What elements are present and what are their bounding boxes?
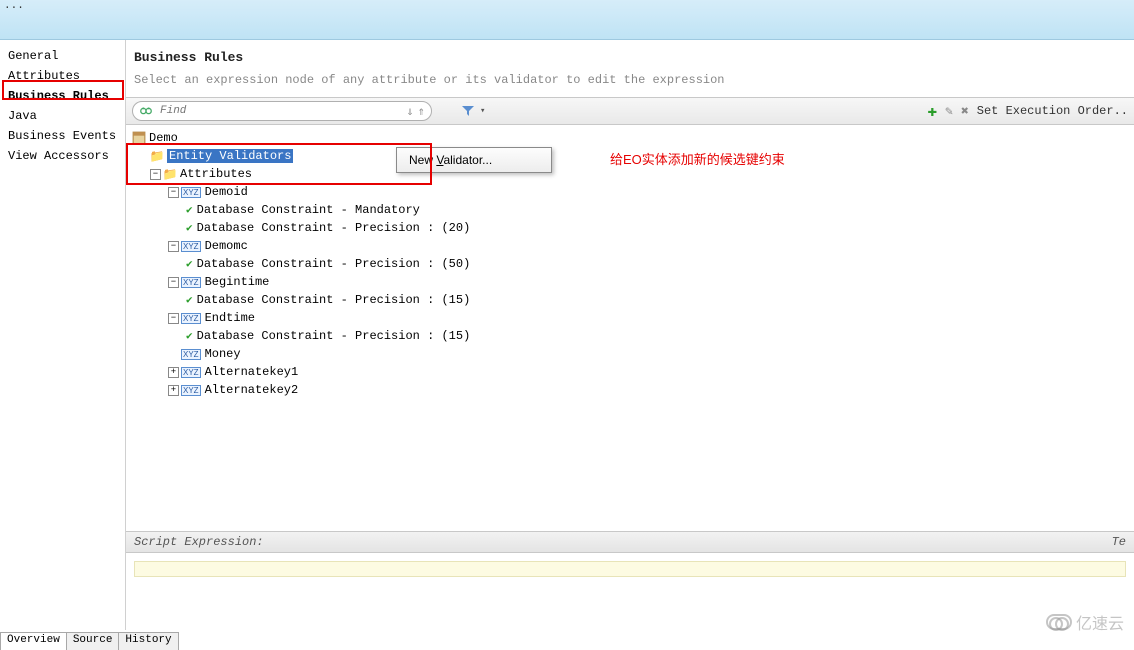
attr-label: Demomc (205, 239, 248, 253)
constraint-label: Database Constraint - Precision : (20) (197, 221, 471, 235)
sidebar-item-general[interactable]: General (0, 46, 125, 66)
watermark: 亿速云 (1046, 610, 1124, 634)
page-subtitle: Select an expression node of any attribu… (134, 73, 1126, 87)
edit-icon[interactable]: ✎ (945, 104, 953, 119)
collapse-toggle[interactable]: − (168, 313, 179, 324)
column-icon: XYZ (181, 385, 201, 396)
sidebar-item-attributes[interactable]: Attributes (0, 66, 125, 86)
find-prev-icon[interactable]: ⇑ (418, 104, 425, 119)
attr-label: Money (205, 347, 241, 361)
menu-new-validator[interactable]: New Validator... (397, 148, 551, 172)
constraint-label: Database Constraint - Mandatory (197, 203, 420, 217)
script-line[interactable] (134, 561, 1126, 577)
attr-begintime[interactable]: − XYZ Begintime (132, 273, 1128, 291)
sidebar-item-java[interactable]: Java (0, 106, 125, 126)
script-right-label: Te (1112, 535, 1126, 549)
tab-history[interactable]: History (118, 632, 178, 650)
constraint-row[interactable]: ✔ Database Constraint - Precision : (15) (132, 291, 1128, 309)
entity-icon (132, 131, 146, 145)
constraint-row[interactable]: ✔ Database Constraint - Mandatory (132, 201, 1128, 219)
attr-alternatekey1[interactable]: + XYZ Alternatekey1 (132, 363, 1128, 381)
filter-dropdown-icon[interactable]: ▾ (480, 106, 485, 116)
check-icon: ✔ (186, 203, 193, 217)
sidebar-item-business-rules[interactable]: Business Rules (0, 86, 125, 106)
title-bar: ... (0, 0, 1134, 40)
column-icon: XYZ (181, 367, 201, 378)
tree-area: Demo 📁 Entity Validators − 📁 Attributes … (126, 125, 1134, 532)
filter-icon[interactable] (460, 103, 476, 119)
delete-icon[interactable]: ✖ (961, 104, 969, 119)
search-input[interactable] (160, 105, 403, 117)
column-icon: XYZ (181, 313, 201, 324)
content-panel: Business Rules Select an expression node… (126, 40, 1134, 630)
left-sidebar: General Attributes Business Rules Java B… (0, 40, 126, 630)
constraint-row[interactable]: ✔ Database Constraint - Precision : (15) (132, 327, 1128, 345)
check-icon: ✔ (186, 293, 193, 307)
column-icon: XYZ (181, 241, 201, 252)
attr-label: Begintime (205, 275, 270, 289)
app-title-fragment: ... (4, 0, 24, 12)
watermark-text: 亿速云 (1076, 610, 1124, 634)
bottom-tabs: Overview Source History (0, 632, 178, 650)
attr-demomc[interactable]: − XYZ Demomc (132, 237, 1128, 255)
search-box[interactable]: ⇓ ⇑ (132, 101, 432, 121)
toolbar: ⇓ ⇑ ▾ ✚ ✎ ✖ Set Execution Order.. (126, 97, 1134, 125)
tab-overview[interactable]: Overview (0, 632, 67, 650)
sidebar-item-business-events[interactable]: Business Events (0, 126, 125, 146)
column-icon: XYZ (181, 277, 201, 288)
add-icon[interactable]: ✚ (927, 101, 937, 121)
tab-source[interactable]: Source (66, 632, 120, 650)
check-icon: ✔ (186, 257, 193, 271)
expand-toggle[interactable]: + (168, 367, 179, 378)
attr-money[interactable]: XYZ Money (132, 345, 1128, 363)
collapse-toggle[interactable]: − (168, 241, 179, 252)
attr-label: Endtime (205, 311, 255, 325)
sidebar-item-view-accessors[interactable]: View Accessors (0, 146, 125, 166)
attr-label: Alternatekey2 (205, 383, 299, 397)
expand-toggle[interactable]: + (168, 385, 179, 396)
binoculars-icon (139, 104, 153, 118)
attr-endtime[interactable]: − XYZ Endtime (132, 309, 1128, 327)
constraint-row[interactable]: ✔ Database Constraint - Precision : (50) (132, 255, 1128, 273)
column-icon: XYZ (181, 187, 201, 198)
collapse-toggle[interactable]: − (168, 277, 179, 288)
folder-icon: 📁 (150, 149, 164, 163)
attributes-label: Attributes (180, 167, 252, 181)
entity-validators-label: Entity Validators (167, 149, 293, 163)
constraint-label: Database Constraint - Precision : (15) (197, 293, 471, 307)
page-title: Business Rules (134, 50, 1126, 65)
script-title: Script Expression: (134, 535, 264, 549)
attr-demoid[interactable]: − XYZ Demoid (132, 183, 1128, 201)
attr-label: Demoid (205, 185, 248, 199)
tree-root[interactable]: Demo (132, 129, 1128, 147)
constraint-label: Database Constraint - Precision : (15) (197, 329, 471, 343)
check-icon: ✔ (186, 329, 193, 343)
attr-alternatekey2[interactable]: + XYZ Alternatekey2 (132, 381, 1128, 399)
context-menu: New Validator... (396, 147, 552, 173)
constraint-row[interactable]: ✔ Database Constraint - Precision : (20) (132, 219, 1128, 237)
script-panel: Script Expression: Te (126, 532, 1134, 630)
collapse-toggle[interactable]: − (168, 187, 179, 198)
set-execution-order-button[interactable]: Set Execution Order.. (977, 104, 1128, 118)
attr-label: Alternatekey1 (205, 365, 299, 379)
find-next-icon[interactable]: ⇓ (407, 104, 414, 119)
constraint-label: Database Constraint - Precision : (50) (197, 257, 471, 271)
watermark-logo-icon (1046, 614, 1072, 630)
folder-icon: 📁 (163, 167, 177, 181)
column-icon: XYZ (181, 349, 201, 360)
annotation-text: 给EO实体添加新的候选键约束 (610, 149, 785, 168)
collapse-toggle[interactable]: − (150, 169, 161, 180)
tree-root-label: Demo (149, 131, 178, 145)
check-icon: ✔ (186, 221, 193, 235)
